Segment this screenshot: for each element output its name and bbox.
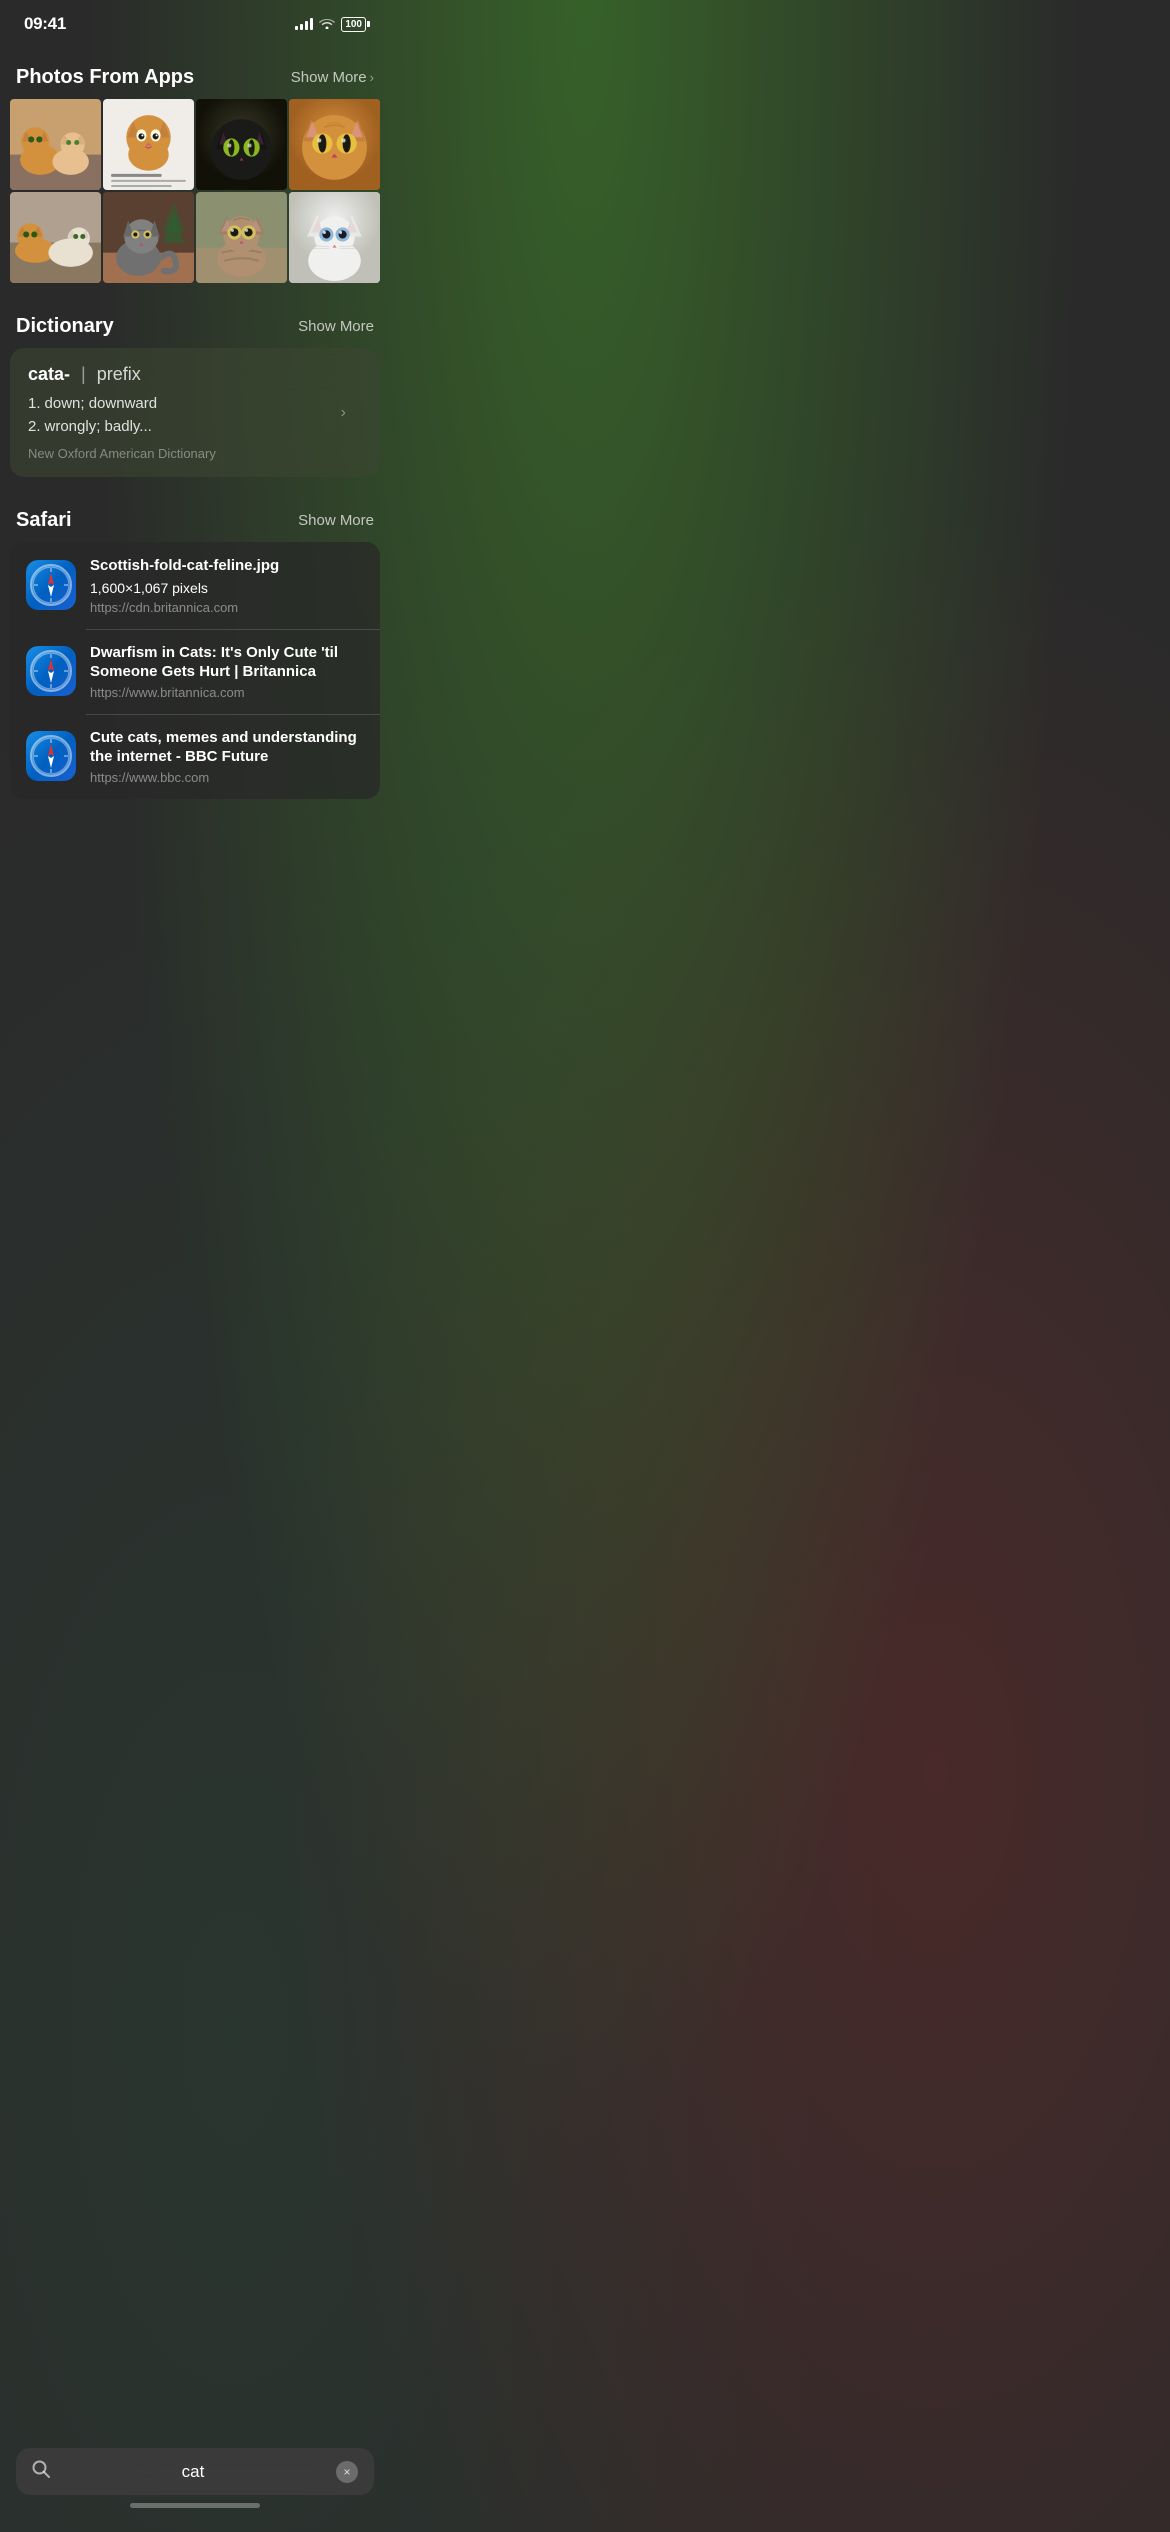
dictionary-definitions: 1. down; downward 2. wrongly; badly...	[28, 393, 362, 438]
photo-item-5[interactable]	[10, 192, 101, 283]
photos-section-title: Photos From Apps	[16, 66, 194, 89]
safari-result-2[interactable]: Dwarfism in Cats: It's Only Cute 'til So…	[10, 629, 380, 714]
safari-result-1-text: Scottish-fold-cat-feline.jpg 1,600×1,067…	[90, 556, 364, 615]
chevron-right-icon: ›	[370, 70, 374, 85]
status-bar: 09:41 100	[0, 0, 390, 42]
photo-item-1[interactable]	[10, 99, 101, 190]
battery-icon: 100	[341, 17, 366, 32]
home-bar	[130, 2503, 260, 2508]
search-query: cat	[60, 2462, 326, 2482]
status-time: 09:41	[24, 14, 66, 34]
dictionary-show-more-button[interactable]: Show More	[298, 318, 374, 335]
photo-item-6[interactable]	[103, 192, 194, 283]
safari-result-2-url: https://www.britannica.com	[90, 685, 364, 700]
dictionary-section-header: Dictionary Show More	[0, 303, 390, 348]
signal-icon	[295, 18, 313, 30]
safari-result-1[interactable]: Scottish-fold-cat-feline.jpg 1,600×1,067…	[10, 542, 380, 629]
search-icon	[32, 2460, 50, 2483]
safari-result-3-url: https://www.bbc.com	[90, 770, 364, 785]
safari-result-1-url: https://cdn.britannica.com	[90, 600, 364, 615]
safari-result-3-title: Cute cats, memes and understanding the i…	[90, 728, 364, 767]
status-icons: 100	[295, 17, 366, 32]
safari-app-icon-3	[26, 731, 76, 781]
photo-item-3[interactable]	[196, 99, 287, 190]
search-bar-container: cat ×	[0, 2448, 390, 2512]
dictionary-chevron-icon: ›	[341, 404, 346, 422]
dictionary-source: New Oxford American Dictionary	[28, 446, 362, 461]
search-bar[interactable]: cat ×	[16, 2448, 374, 2495]
photo-item-4[interactable]	[289, 99, 380, 190]
safari-result-1-title: Scottish-fold-cat-feline.jpg	[90, 556, 364, 576]
search-clear-button[interactable]: ×	[336, 2461, 358, 2483]
safari-section-header: Safari Show More	[0, 497, 390, 542]
safari-app-icon-2	[26, 646, 76, 696]
photo-item-7[interactable]	[196, 192, 287, 283]
safari-section-title: Safari	[16, 509, 72, 532]
safari-result-2-title: Dwarfism in Cats: It's Only Cute 'til So…	[90, 643, 364, 682]
photos-section-header: Photos From Apps Show More ›	[0, 54, 390, 99]
photo-item-2[interactable]	[103, 99, 194, 190]
home-indicator	[16, 2495, 374, 2512]
dictionary-word: cata- | prefix	[28, 364, 362, 385]
safari-result-2-text: Dwarfism in Cats: It's Only Cute 'til So…	[90, 643, 364, 700]
safari-show-more-button[interactable]: Show More	[298, 512, 374, 529]
dictionary-section-title: Dictionary	[16, 315, 114, 338]
safari-result-1-subtitle: 1,600×1,067 pixels	[90, 579, 364, 597]
safari-app-icon-1	[26, 560, 76, 610]
wifi-icon	[319, 17, 335, 32]
photo-grid	[0, 99, 390, 283]
dict-def-1: 1. down; downward	[28, 393, 362, 416]
safari-results-card: Scottish-fold-cat-feline.jpg 1,600×1,067…	[10, 542, 380, 799]
safari-result-3-text: Cute cats, memes and understanding the i…	[90, 728, 364, 785]
dict-def-2: 2. wrongly; badly...	[28, 416, 362, 439]
photos-show-more-button[interactable]: Show More ›	[291, 69, 374, 86]
safari-result-3[interactable]: Cute cats, memes and understanding the i…	[10, 714, 380, 799]
photo-item-8[interactable]	[289, 192, 380, 283]
dictionary-card[interactable]: cata- | prefix 1. down; downward 2. wron…	[10, 348, 380, 477]
